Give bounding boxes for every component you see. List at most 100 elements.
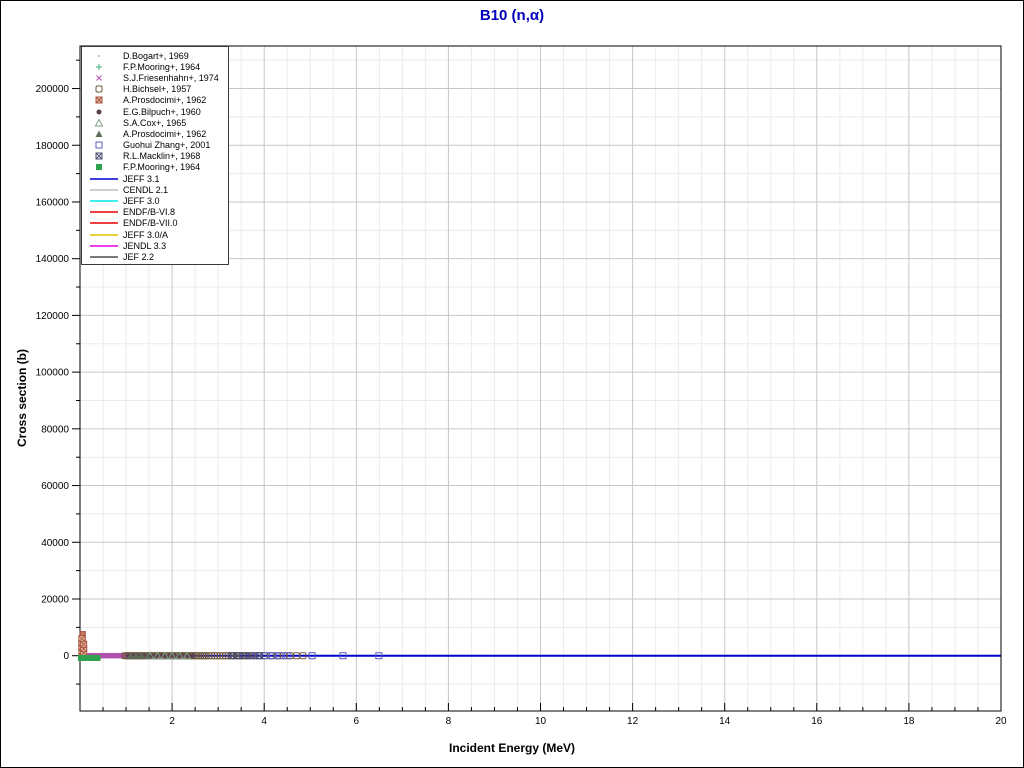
x-tick-label: 12 — [627, 716, 639, 727]
legend-entry: JEF 2.2 — [87, 251, 228, 262]
legend-entry: F.P.Mooring+, 1964 — [87, 61, 228, 72]
legend-entry-swatch — [87, 241, 123, 251]
legend-entry-swatch — [87, 185, 123, 195]
legend-entry-label: Guohui Zhang+, 2001 — [123, 140, 211, 151]
y-tick-label: 0 — [63, 651, 69, 662]
legend-entry-label: ENDF/B-VI.8 — [123, 207, 176, 218]
legend-entry: JEFF 3.0/A — [87, 229, 228, 240]
legend-entry: F.P.Mooring+, 1964 — [87, 162, 228, 173]
y-axis-title: Cross section (b) — [15, 348, 29, 448]
legend-entry-label: R.L.Macklin+, 1968 — [123, 151, 201, 162]
series-mooring-square — [77, 654, 101, 661]
data-point — [96, 63, 102, 70]
legend-entry-label: F.P.Mooring+, 1964 — [123, 162, 201, 173]
legend-entry-swatch — [87, 129, 123, 139]
x-tick-label: 16 — [811, 716, 823, 727]
legend-entry-label: JEFF 3.0 — [123, 196, 160, 207]
legend-entry-swatch — [87, 51, 123, 61]
data-point — [95, 141, 103, 149]
legend-entry-label: JEF 2.2 — [123, 251, 155, 262]
legend-marker-icon — [94, 118, 104, 127]
data-point — [190, 653, 196, 659]
legend-entry-swatch — [87, 196, 123, 206]
legend-entry-swatch — [87, 107, 123, 117]
data-point — [98, 54, 100, 57]
legend-marker-icon — [95, 130, 103, 137]
legend-line-swatch — [90, 222, 118, 225]
legend-entry: A.Prosdocimi+, 1962 — [87, 128, 228, 139]
legend-entry-label: F.P.Mooring+, 1964 — [123, 61, 201, 72]
data-point — [96, 75, 102, 81]
legend-marker-icon — [95, 96, 103, 104]
legend-line-swatch — [90, 256, 118, 258]
y-tick-label: 140000 — [36, 254, 70, 265]
legend-marker-icon — [95, 85, 103, 93]
plot-window: B10 (n,α) 0 20000 40000 60000 80000 100000 120… — [0, 0, 1024, 768]
legend-line-swatch — [90, 200, 118, 202]
legend-line-swatch — [90, 177, 118, 180]
x-tick-label: 14 — [719, 716, 731, 727]
x-tick-label: 18 — [903, 716, 915, 727]
legend-entry-label: CENDL 2.1 — [123, 184, 169, 195]
legend-entry-label: JEFF 3.1 — [123, 173, 160, 184]
data-point — [94, 118, 104, 127]
legend-entry-swatch — [87, 151, 123, 161]
legend-entry: E.G.Bilpuch+, 1960 — [87, 106, 228, 117]
data-point — [96, 164, 102, 171]
legend-entry-label: S.A.Cox+, 1965 — [123, 117, 187, 128]
legend-entry-swatch — [87, 230, 123, 240]
x-tick-label: 2 — [169, 716, 175, 727]
legend-entry-swatch — [87, 207, 123, 217]
legend-entry-label: ENDF/B-VII.0 — [123, 218, 178, 229]
y-tick-label: 40000 — [41, 538, 69, 549]
legend-marker-icon — [95, 152, 103, 160]
legend-entry-label: H.Bichsel+, 1957 — [123, 84, 192, 95]
x-tick-label: 8 — [446, 716, 452, 727]
legend-entry: S.J.Friesenhahn+, 1974 — [87, 72, 228, 83]
data-point — [94, 654, 101, 661]
data-point — [96, 109, 102, 115]
legend-entry-label: D.Bogart+, 1969 — [123, 50, 189, 61]
x-tick-label: 10 — [535, 716, 547, 727]
legend-entry: H.Bichsel+, 1957 — [87, 84, 228, 95]
legend-entry-swatch — [87, 162, 123, 172]
x-tick-label: 20 — [995, 716, 1007, 727]
legend-entry-swatch — [87, 174, 123, 184]
legend-entry-swatch — [87, 218, 123, 228]
legend-entry: JEFF 3.0 — [87, 195, 228, 206]
legend-marker-icon — [96, 109, 102, 115]
y-tick-label: 200000 — [36, 84, 70, 95]
legend-entry: R.L.Macklin+, 1968 — [87, 151, 228, 162]
legend-entry-label: JEFF 3.0/A — [123, 229, 169, 240]
y-tick-label: 80000 — [41, 424, 69, 435]
legend-marker-icon — [96, 164, 102, 171]
legend-line-swatch — [90, 211, 118, 213]
legend-entry: D.Bogart+, 1969 — [87, 50, 228, 61]
legend-line-swatch — [90, 189, 118, 191]
x-axis-title: Incident Energy (MeV) — [448, 741, 576, 755]
y-tick-label: 60000 — [41, 481, 69, 492]
legend-entry: A.Prosdocimi+, 1962 — [87, 95, 228, 106]
legend-entry-swatch — [87, 118, 123, 128]
legend-entry-label: S.J.Friesenhahn+, 1974 — [123, 72, 219, 83]
legend-entry: JENDL 3.3 — [87, 240, 228, 251]
y-tick-label: 100000 — [36, 368, 70, 379]
legend-marker-icon — [98, 54, 100, 57]
data-point — [95, 85, 103, 93]
legend-entry-swatch — [87, 62, 123, 72]
legend-entry-swatch — [87, 84, 123, 94]
legend-marker-icon — [96, 75, 102, 81]
legend-entry-label: JENDL 3.3 — [123, 240, 167, 251]
legend-entry: ENDF/B-VI.8 — [87, 207, 228, 218]
y-tick-label: 120000 — [36, 311, 70, 322]
legend-entry: S.A.Cox+, 1965 — [87, 117, 228, 128]
legend-entry-swatch — [87, 140, 123, 150]
y-tick-label: 180000 — [36, 141, 70, 152]
x-tick-label: 4 — [261, 716, 267, 727]
legend-marker-icon — [96, 63, 102, 70]
legend-box: D.Bogart+, 1969 F.P.Mooring+, 1964 S.J.Fri… — [81, 46, 229, 265]
legend-entry-label: E.G.Bilpuch+, 1960 — [123, 106, 201, 117]
legend-entry-swatch — [87, 73, 123, 83]
legend-entry-label: A.Prosdocimi+, 1962 — [123, 95, 207, 106]
data-point — [95, 152, 103, 160]
